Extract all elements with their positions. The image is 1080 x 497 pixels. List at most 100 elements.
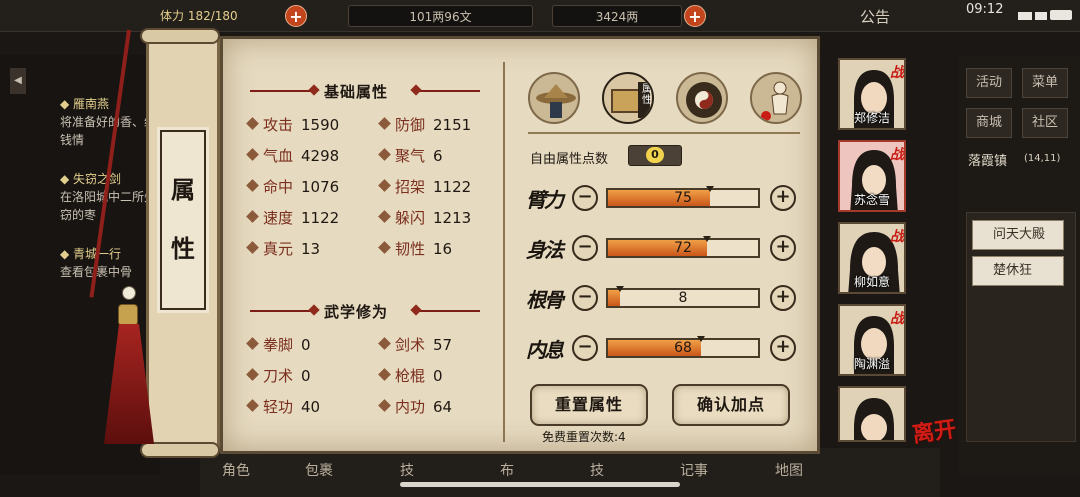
character-name: 苏念雪	[853, 193, 890, 207]
shop-button[interactable]: 商城	[966, 108, 1012, 138]
npc-item[interactable]: 问天大殿	[972, 220, 1064, 250]
title-ornament-right	[414, 90, 480, 92]
character-card[interactable]: 战 苏念雪	[838, 140, 906, 212]
stat-bullet-icon	[246, 241, 259, 254]
reset-attributes-button[interactable]: 重置属性	[530, 384, 648, 426]
equipment-tab-icon[interactable]	[528, 72, 580, 124]
bottom-tab-journal[interactable]: 记事	[680, 460, 708, 480]
attr-value: 72	[674, 240, 692, 256]
attr-value: 75	[674, 190, 692, 206]
title-ornament-left	[250, 90, 316, 92]
battle-tag: 战	[890, 229, 904, 245]
minus-button[interactable]: −	[572, 285, 598, 311]
stat-value: 1213	[433, 209, 472, 227]
stamina-display: 体力 182/180	[160, 5, 280, 27]
npc-item[interactable]: 楚休狂	[972, 256, 1064, 286]
minus-button[interactable]: −	[572, 335, 598, 361]
stat-label: 命中	[263, 178, 294, 196]
attr-bar-constitution: 8	[606, 286, 760, 308]
minus-button[interactable]: −	[572, 185, 598, 211]
stat-label: 真元	[263, 240, 294, 258]
leave-button[interactable]: 离开	[910, 411, 958, 449]
stat-value: 1076	[301, 178, 340, 196]
stat-value: 4298	[301, 147, 340, 165]
character-card[interactable]: 战 郑修洁	[838, 58, 906, 130]
add-stamina-button[interactable]: +	[285, 5, 307, 27]
add-gold-button[interactable]: +	[684, 5, 706, 27]
stat-accuracy: 命中 1076	[246, 176, 340, 197]
stat-bullet-icon	[246, 179, 259, 192]
bottom-tab-bag[interactable]: 包裹	[305, 460, 333, 480]
stat-bullet-icon	[378, 148, 391, 161]
stat-bullet-icon	[246, 399, 259, 412]
right-divider	[528, 132, 800, 134]
bottom-tab-role[interactable]: 角色	[222, 460, 250, 480]
bottom-tab-skill[interactable]: 技	[400, 460, 414, 480]
stat-label: 轻功	[263, 398, 294, 416]
free-points-value: 0	[646, 147, 664, 163]
quest-desc: 查看包裹中骨	[60, 263, 160, 317]
martial-inner: 内功 64	[378, 396, 452, 417]
meridian-tab-icon[interactable]	[750, 72, 802, 124]
bagua-tab-icon[interactable]	[676, 72, 728, 124]
money-display: 101两96文	[348, 5, 533, 27]
stat-label: 聚气	[395, 147, 426, 165]
stat-tenacity: 韧性 16	[378, 238, 452, 259]
character-portrait	[854, 398, 894, 440]
activity-button[interactable]: 活动	[966, 68, 1012, 98]
quest-item[interactable]: ◆ 青城一行 查看包裹中骨	[60, 245, 160, 317]
stat-value: 1590	[301, 116, 340, 134]
stat-value: 0	[301, 336, 311, 354]
stat-attack: 攻击 1590	[246, 114, 340, 135]
bottom-tab-map[interactable]: 地图	[775, 460, 803, 480]
stat-bullet-icon	[246, 117, 259, 130]
battery-icon	[1050, 10, 1072, 20]
tassel-bead	[122, 286, 136, 300]
character-card[interactable]: 战 陶渊溢	[838, 304, 906, 376]
bottom-tab-tech[interactable]: 技	[590, 460, 604, 480]
stat-parry: 招架 1122	[378, 176, 471, 197]
stat-value: 57	[433, 336, 453, 354]
stat-bullet-icon	[378, 337, 391, 350]
plus-button[interactable]: +	[770, 335, 796, 361]
stat-label: 枪棍	[395, 367, 426, 385]
stat-value: 2151	[433, 116, 472, 134]
money-value: 101两96文	[409, 10, 472, 24]
scroll-rod-bottom	[140, 442, 220, 458]
plus-button[interactable]: +	[770, 235, 796, 261]
attr-name-constitution: 根骨	[526, 288, 564, 312]
panel-divider	[503, 62, 505, 442]
confirm-points-button[interactable]: 确认加点	[672, 384, 790, 426]
status-icons	[1018, 5, 1076, 20]
character-card[interactable]	[838, 386, 906, 442]
plus-button[interactable]: +	[770, 185, 796, 211]
martial-title: 武学修为	[324, 303, 389, 321]
minus-button[interactable]: −	[572, 235, 598, 261]
martial-fist: 拳脚 0	[246, 334, 311, 355]
npc-label: 问天大殿	[993, 227, 1046, 242]
character-card[interactable]: 战 柳如意	[838, 222, 906, 294]
stat-label: 刀术	[263, 367, 294, 385]
stat-bullet-icon	[378, 210, 391, 223]
stat-bullet-icon	[246, 337, 259, 350]
stat-dodge: 躲闪 1213	[378, 207, 472, 228]
signal-icon	[1018, 12, 1032, 20]
quest-item[interactable]: ◆ 失窃之剑 在洛阳城中二所失窃的枣	[60, 170, 160, 242]
menu-button[interactable]: 菜单	[1022, 68, 1068, 98]
status-clock: 09:12	[966, 2, 1004, 17]
stat-label: 躲闪	[395, 209, 426, 227]
character-name: 郑修洁	[853, 111, 890, 125]
tab-attributes[interactable]: 属性	[602, 72, 654, 124]
bottom-tab-formation[interactable]: 布	[500, 460, 514, 480]
notice-button[interactable]: 公告	[860, 6, 890, 27]
plus-button[interactable]: +	[770, 285, 796, 311]
collapse-arrow-icon[interactable]: ◀	[10, 68, 26, 94]
attr-name-breath: 内息	[526, 338, 564, 362]
town-name: 落霞镇	[968, 154, 1008, 169]
quest-bullet-icon: ◆	[60, 172, 74, 186]
scroll-title-char-2: 性	[171, 235, 195, 263]
community-button[interactable]: 社区	[1022, 108, 1068, 138]
stat-bullet-icon	[378, 368, 391, 381]
gold-value: 3424两	[595, 10, 639, 24]
battle-tag: 战	[890, 65, 904, 81]
